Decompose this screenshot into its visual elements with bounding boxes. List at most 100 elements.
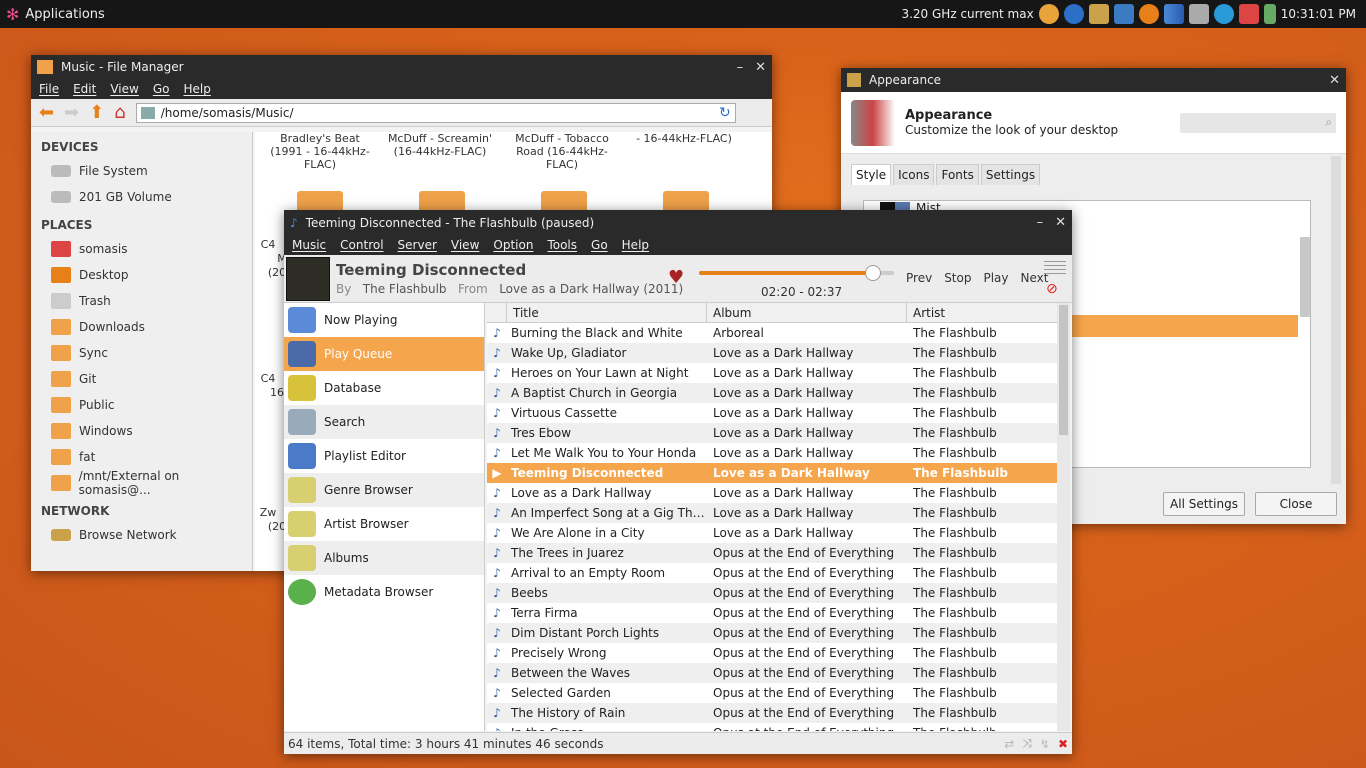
minimize-icon[interactable]: – — [1037, 215, 1044, 230]
table-row[interactable]: ♪ Burning the Black and White Arboreal The … — [487, 323, 1057, 343]
menu-go[interactable]: Go — [153, 82, 170, 96]
audio-tray-icon[interactable] — [1113, 4, 1134, 24]
play-button[interactable]: Play — [983, 271, 1008, 285]
nav-search[interactable]: Search — [284, 405, 484, 439]
reload-icon[interactable]: ↻ — [719, 105, 731, 121]
table-row[interactable]: ♪ Heroes on Your Lawn at Night Love as a D… — [487, 363, 1057, 383]
appearance-titlebar[interactable]: Appearance ✕ — [841, 68, 1346, 92]
wifi-signal-icon[interactable] — [1163, 4, 1184, 24]
table-row[interactable]: ♪In the GrassOpus at the End of Everythi… — [487, 723, 1057, 731]
location-bar[interactable]: /home/somasis/Music/ ↻ — [135, 102, 736, 123]
sidebar-item-sync[interactable]: Sync — [31, 340, 252, 366]
table-row[interactable]: ♪ Dim Distant Porch Lights Opus at the End… — [487, 623, 1057, 643]
sidebar-item-file-system[interactable]: File System — [31, 158, 252, 184]
table-row[interactable]: ♪ Precisely Wrong Opus at the End of Every… — [487, 643, 1057, 663]
menu-file[interactable]: File — [39, 82, 59, 96]
menu-option[interactable]: Option — [493, 238, 533, 252]
sidebar-item-windows[interactable]: Windows — [31, 418, 252, 444]
table-row[interactable]: ♪ The Trees in Juarez Opus at the End of E… — [487, 543, 1057, 563]
nav-database[interactable]: Database — [284, 371, 484, 405]
nav-albums[interactable]: Albums — [284, 541, 484, 575]
table-row[interactable]: ♪ The History of Rain Opus at the End of E… — [487, 703, 1057, 723]
table-row[interactable]: ♪ Virtuous Cassette Love as a Dark Hallway… — [487, 403, 1057, 423]
table-row[interactable]: ♪ Let Me Walk You to Your Honda Love as a … — [487, 443, 1057, 463]
no-entry-icon[interactable]: ⊘ — [1046, 281, 1058, 297]
single-icon[interactable]: ↯ — [1040, 737, 1050, 751]
menu-view[interactable]: View — [451, 238, 479, 252]
nav-play-queue[interactable]: Play Queue — [284, 337, 484, 371]
all-settings-button[interactable]: All Settings — [1163, 492, 1245, 516]
nav-genre-browser[interactable]: Genre Browser — [284, 473, 484, 507]
up-arrow-icon[interactable]: ⬆ — [89, 102, 104, 123]
clock-label[interactable]: 10:31:01 PM — [1281, 7, 1356, 21]
x-tray-icon[interactable] — [1138, 4, 1159, 24]
network-manager-icon[interactable] — [1088, 4, 1109, 24]
close-button[interactable]: Close — [1255, 492, 1337, 516]
selected-theme-row[interactable] — [1050, 315, 1298, 337]
close-icon[interactable]: ✕ — [1329, 73, 1340, 88]
bluetooth-icon[interactable] — [1063, 4, 1084, 24]
vertical-scrollbar[interactable] — [1057, 303, 1070, 731]
tab-style[interactable]: Style — [851, 164, 892, 185]
appearance-search-input[interactable]: ⌕ — [1180, 112, 1336, 133]
scrollbar-thumb[interactable] — [1059, 305, 1068, 435]
nav-playlist-editor[interactable]: Playlist Editor — [284, 439, 484, 473]
volume-icon[interactable] — [1188, 4, 1209, 24]
menu-server[interactable]: Server — [398, 238, 437, 252]
sidebar-item-volume[interactable]: 201 GB Volume — [31, 184, 252, 210]
table-row[interactable]: ♪ Arrival to an Empty Room Opus at the End… — [487, 563, 1057, 583]
table-row[interactable]: ♪ A Baptist Church in Georgia Love as a Da… — [487, 383, 1057, 403]
seek-knob[interactable] — [864, 265, 881, 281]
stop-button[interactable]: Stop — [944, 271, 971, 285]
sidebar-item-browse-network[interactable]: Browse Network — [31, 522, 252, 548]
sidebar-item-fat[interactable]: fat — [31, 444, 252, 470]
volume-bars-icon[interactable] — [1044, 261, 1066, 277]
list-scrollbar[interactable] — [1300, 237, 1310, 317]
seek-bar[interactable] — [699, 265, 894, 281]
column-header-artist[interactable]: Artist — [907, 303, 1057, 322]
sidebar-item-trash[interactable]: Trash — [31, 288, 252, 314]
sidebar-item-external[interactable]: /mnt/External on somasis@... — [31, 469, 252, 497]
menu-help[interactable]: Help — [622, 238, 649, 252]
battery-icon[interactable] — [1263, 4, 1276, 24]
sidebar-item-public[interactable]: Public — [31, 392, 252, 418]
minimize-icon[interactable]: – — [737, 60, 744, 75]
menu-control[interactable]: Control — [340, 238, 383, 252]
repeat-icon[interactable]: ⇄ — [1004, 737, 1014, 751]
sync-icon[interactable] — [1213, 4, 1234, 24]
table-row[interactable]: ▶ Teeming Disconnected Love as a Dark Hall… — [487, 463, 1057, 483]
table-row[interactable]: ♪ Terra Firma Opus at the End of Everythin… — [487, 603, 1057, 623]
forward-arrow-icon[interactable]: ➡ — [64, 102, 79, 123]
menu-tools[interactable]: Tools — [547, 238, 577, 252]
menu-edit[interactable]: Edit — [73, 82, 96, 96]
file-manager-titlebar[interactable]: Music - File Manager – ✕ — [31, 55, 772, 79]
tab-fonts[interactable]: Fonts — [936, 164, 979, 185]
menu-view[interactable]: View — [110, 82, 138, 96]
home-icon[interactable]: ⌂ — [114, 102, 125, 123]
column-header-album[interactable]: Album — [707, 303, 907, 322]
table-row[interactable]: ♪ Tres Ebow Love as a Dark Hallway The Flas… — [487, 423, 1057, 443]
table-row[interactable]: ♪ Between the Waves Opus at the End of Eve… — [487, 663, 1057, 683]
prev-button[interactable]: Prev — [906, 271, 932, 285]
folder-label[interactable]: - 16-44kHz-FLAC) — [629, 132, 739, 145]
table-row[interactable]: ♪ Love as a Dark Hallway Love as a Dark Ha… — [487, 483, 1057, 503]
consume-icon[interactable]: ✖ — [1058, 737, 1068, 751]
sidebar-item-downloads[interactable]: Downloads — [31, 314, 252, 340]
folder-label[interactable]: Bradley's Beat (1991 - 16-44kHz-FLAC) — [265, 132, 375, 171]
folder-label[interactable]: McDuff - Screamin' (16-44kHz-FLAC) — [385, 132, 495, 158]
table-row[interactable]: ♪ An Imperfect Song at a Gig That ... Love… — [487, 503, 1057, 523]
nav-now-playing[interactable]: Now Playing — [284, 303, 484, 337]
back-arrow-icon[interactable]: ⬅ — [39, 102, 54, 123]
close-icon[interactable]: ✕ — [755, 60, 766, 75]
music-player-titlebar[interactable]: ♪ Teeming Disconnected - The Flashbulb (… — [284, 210, 1072, 235]
tab-icons[interactable]: Icons — [893, 164, 935, 185]
sidebar-item-desktop[interactable]: Desktop — [31, 262, 252, 288]
heart-icon[interactable]: ♥ — [668, 267, 684, 288]
update-icon[interactable] — [1238, 4, 1259, 24]
menu-help[interactable]: Help — [183, 82, 210, 96]
shuffle-icon[interactable]: ⤨ — [1022, 736, 1032, 751]
clock-tray-icon[interactable] — [1038, 4, 1059, 24]
applications-menu-button[interactable]: ✻ Applications — [0, 5, 105, 24]
table-row[interactable]: ♪ Wake Up, Gladiator Love as a Dark Hallwa… — [487, 343, 1057, 363]
close-icon[interactable]: ✕ — [1055, 215, 1066, 230]
